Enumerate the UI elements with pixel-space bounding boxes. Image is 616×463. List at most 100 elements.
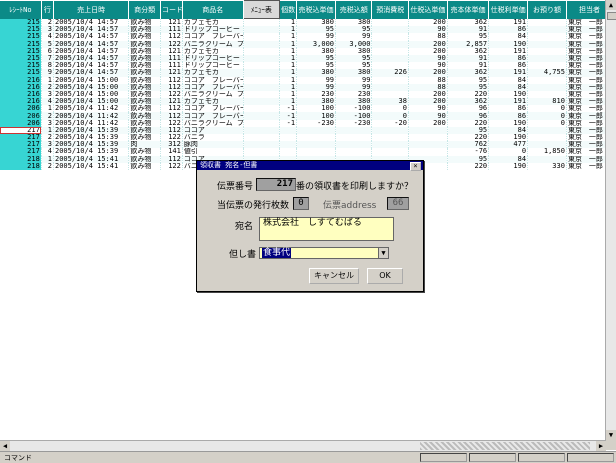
table-cell[interactable]: 2005/10/4 14:57 [53,62,130,70]
table-cell[interactable]: 0 [371,112,409,120]
table-cell[interactable] [527,134,567,142]
table-cell[interactable]: 2 [41,134,54,142]
table-cell[interactable]: 2 [41,83,54,91]
table-cell[interactable]: -1 [279,112,298,120]
receipt-number-cell[interactable]: 216 [0,98,42,106]
receipt-number-cell[interactable]: 215 [0,62,42,70]
table-row[interactable]: 21552005/10/4 14:57飲み物122バニラクリーム フラペチーノ 1… [0,40,606,48]
table-cell[interactable]: 4 [41,148,54,156]
table-cell[interactable]: 2005/10/4 14:57 [53,18,130,27]
table-cell[interactable]: 99 [335,33,373,41]
receipt-number-cell[interactable]: 215 [0,47,42,55]
table-cell[interactable]: 飲み物 [128,26,161,34]
table-cell[interactable]: 88 [408,76,448,84]
close-icon[interactable]: × [410,162,421,171]
horizontal-scroll-thumb[interactable] [420,442,590,450]
receipt-number-cell[interactable]: 215 [0,18,42,27]
table-cell[interactable]: 88 [408,83,448,91]
table-cell[interactable]: 2005/10/4 15:41 [53,162,130,170]
table-cell[interactable]: 200 [408,47,448,55]
table-row[interactable]: 21632005/10/4 15:00飲み物122バニラクリーム フラペチーノ 1… [0,90,606,99]
table-cell[interactable] [296,134,336,142]
table-cell[interactable]: 6 [41,47,54,55]
table-cell[interactable] [527,33,567,41]
table-cell[interactable]: 2005/10/4 15:39 [53,141,130,149]
table-cell[interactable]: 380 [335,69,373,77]
table-cell[interactable]: -230 [296,119,336,127]
table-cell[interactable]: 9 [41,69,54,77]
table-cell[interactable]: 380 [335,18,373,27]
table-cell[interactable]: 飲み物 [128,119,161,127]
table-cell[interactable] [408,141,448,149]
column-header[interactable]: ﾒﾆｭｰ表 [242,0,281,19]
table-cell[interactable] [243,98,281,106]
table-cell[interactable]: 東京 一郎 [566,98,606,106]
table-cell[interactable]: 東京 一郎 [566,134,606,142]
table-cell[interactable] [371,26,409,34]
table-cell[interactable]: 4 [41,33,54,41]
table-cell[interactable]: 95 [296,26,336,34]
table-cell[interactable] [279,134,298,142]
table-cell[interactable]: 0 [527,112,567,120]
column-header[interactable]: 仕税込単価 [408,0,448,19]
table-cell[interactable] [527,83,567,91]
table-row[interactable]: 215 7 2005/10/4 14:57 飲み物 111 ドリップコーヒー 1 95 95 90… [0,54,606,63]
table-cell[interactable]: 2005/10/4 14:57 [53,40,130,48]
table-cell[interactable]: 東京 一郎 [566,33,606,41]
table-cell[interactable]: 100 [296,112,336,120]
table-cell[interactable]: 112 [160,126,183,134]
table-cell[interactable]: ドリップコーヒー [182,62,244,70]
table-cell[interactable]: 380 [335,47,373,55]
table-cell[interactable]: 飲み物 [128,40,161,48]
table-cell[interactable] [243,134,281,142]
table-cell[interactable] [408,148,448,156]
table-row[interactable]: 21732005/10/4 15:39肉312豚肉762477東京 一郎通常 [0,141,606,149]
table-row[interactable]: 21712005/10/4 15:39飲み物112ココア9584東京 一郎通常 [0,126,606,134]
table-cell[interactable] [527,18,567,27]
table-cell[interactable]: 2005/10/4 15:00 [53,98,130,106]
table-cell[interactable]: 84 [488,126,529,134]
column-header[interactable]: 商品名 [182,0,244,19]
table-cell[interactable]: 95 [447,33,490,41]
receipt-number-cell[interactable]: 218 [0,162,42,170]
table-cell[interactable]: 東京 一郎 [566,18,606,27]
table-cell[interactable] [527,47,567,55]
table-cell[interactable]: 84 [488,76,529,84]
column-header[interactable]: 売上日時 [53,0,130,19]
table-cell[interactable] [371,90,409,99]
table-cell[interactable]: 121 [160,47,183,55]
table-row[interactable]: 215 8 2005/10/4 14:57 飲み物 111 ドリップコーヒー 1 95 95 90… [0,62,606,70]
table-cell[interactable]: 86 [488,62,529,70]
table-cell[interactable]: バニラクリーム フラペチーノ [182,119,244,127]
table-cell[interactable]: 121 [160,18,183,27]
table-cell[interactable]: 112 [160,83,183,91]
table-cell[interactable]: 220 [447,134,490,142]
scroll-right-icon[interactable]: ▶ [596,441,606,451]
table-cell[interactable]: 95 [447,126,490,134]
table-cell[interactable]: 2005/10/4 11:42 [53,112,130,120]
table-cell[interactable]: 191 [488,18,529,27]
table-row[interactable]: 20622005/10/4 11:42飲み物112ココア フレーバーL -1100… [0,112,606,120]
table-cell[interactable]: 3,000 [296,40,336,48]
table-cell[interactable]: 7 [41,54,54,63]
table-cell[interactable]: 220 [447,162,490,170]
table-cell[interactable]: 飲み物 [128,98,161,106]
table-cell[interactable]: 2005/10/4 14:57 [53,69,130,77]
table-cell[interactable] [296,148,336,156]
table-cell[interactable]: 230 [296,90,336,99]
table-cell[interactable]: 1 [41,155,54,163]
receipt-number-cell[interactable]: 217 [0,141,42,149]
column-header[interactable]: 売税込額 [335,0,373,19]
table-cell[interactable]: 1 [279,26,298,34]
table-cell[interactable]: 3 [41,90,54,99]
table-cell[interactable]: -230 [335,119,373,127]
table-cell[interactable] [243,18,281,27]
table-cell[interactable] [371,141,409,149]
table-cell[interactable]: 312 [160,141,183,149]
table-cell[interactable]: 2005/10/4 11:42 [53,119,130,127]
table-cell[interactable] [243,26,281,34]
table-cell[interactable]: 90 [408,54,448,63]
receipt-number-cell[interactable]: 217 [0,126,42,134]
receipt-number-cell[interactable]: 216 [0,76,42,84]
table-row[interactable]: 216 4 2005/10/4 15:00 飲み物 121 カフェモカ 1 380 380 38 2… [0,98,606,106]
